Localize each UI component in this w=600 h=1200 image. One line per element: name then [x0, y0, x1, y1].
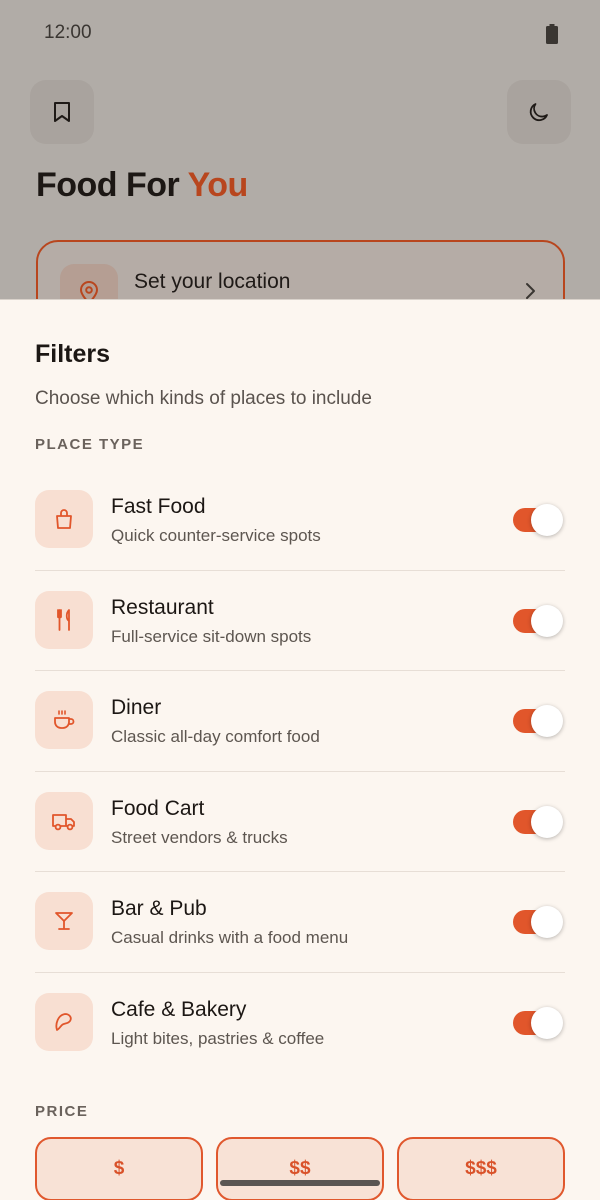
status-time: 12:00	[44, 22, 92, 43]
filter-desc: Quick counter-service spots	[111, 526, 321, 545]
restaurant-toggle[interactable]	[513, 604, 563, 637]
filter-name: Cafe & Bakery	[111, 997, 247, 1021]
truck-icon	[52, 813, 75, 831]
price-option-3[interactable]: $$$	[397, 1137, 565, 1200]
filter-row-food-cart[interactable]: Food Cart Street vendors & trucks	[35, 772, 565, 873]
filter-name: Food Cart	[111, 796, 205, 820]
filter-desc: Street vendors & trucks	[111, 827, 288, 847]
cocktail-glass-icon	[55, 912, 73, 931]
toggle-knob	[531, 504, 563, 536]
filter-icon-wrap	[35, 590, 93, 649]
croissant-icon	[55, 1013, 72, 1031]
bookmark-icon	[54, 102, 70, 122]
filters-sheet: Filters Choose which kinds of places to …	[0, 299, 600, 1200]
filter-icon-wrap	[35, 691, 93, 750]
place-type-label: PLACE TYPE	[35, 436, 145, 453]
filter-icon-wrap	[35, 992, 93, 1051]
app-title-accent: You	[187, 166, 249, 204]
price-label: PRICE	[35, 1103, 89, 1120]
moon-icon	[529, 103, 548, 122]
filter-desc: Full-service sit-down spots	[111, 626, 312, 646]
app-title: Food For You	[36, 166, 248, 205]
filter-name: Fast Food	[111, 495, 206, 518]
filter-desc: Light bites, pastries & coffee	[111, 1028, 325, 1048]
filter-row-diner[interactable]: Diner Classic all-day comfort food	[35, 671, 565, 772]
place-type-list: Fast Food Quick counter-service spots Re…	[35, 470, 565, 1074]
toggle-knob	[531, 604, 563, 637]
fast-food-toggle[interactable]	[513, 504, 563, 536]
app-title-main: Food For	[36, 166, 188, 204]
bookmark-button[interactable]	[30, 80, 94, 144]
price-option-2[interactable]: $$	[216, 1137, 384, 1200]
filter-row-bar-pub[interactable]: Bar & Pub Casual drinks with a food menu	[35, 872, 565, 973]
cafe-bakery-toggle[interactable]	[513, 1006, 563, 1039]
filter-icon-wrap	[35, 490, 93, 548]
toggle-knob	[531, 1006, 563, 1039]
coffee-cup-icon	[54, 710, 75, 730]
food-cart-toggle[interactable]	[513, 805, 563, 838]
sheet-title: Filters	[35, 340, 111, 368]
diner-toggle[interactable]	[513, 705, 563, 738]
dark-mode-button[interactable]	[507, 80, 571, 144]
filter-name: Restaurant	[111, 595, 214, 619]
filter-name: Bar & Pub	[111, 897, 207, 921]
toggle-knob	[531, 705, 563, 738]
filter-name: Diner	[111, 696, 162, 720]
filter-desc: Classic all-day comfort food	[111, 727, 320, 747]
battery-icon	[546, 24, 558, 44]
status-bar: 12:00	[0, 0, 600, 70]
toggle-knob	[531, 805, 563, 838]
price-option-1[interactable]: $	[35, 1137, 203, 1200]
fork-knife-icon	[57, 608, 70, 631]
shopping-bag-icon	[56, 509, 72, 529]
sheet-subtitle: Choose which kinds of places to include	[35, 388, 372, 409]
chevron-right-icon	[526, 283, 535, 299]
filter-row-fast-food[interactable]: Fast Food Quick counter-service spots	[35, 470, 565, 571]
bar-pub-toggle[interactable]	[513, 906, 563, 939]
filter-icon-wrap	[35, 892, 93, 951]
toggle-knob	[531, 906, 563, 939]
home-indicator[interactable]	[220, 1180, 380, 1186]
filter-row-restaurant[interactable]: Restaurant Full-service sit-down spots	[35, 571, 565, 672]
filter-icon-wrap	[35, 791, 93, 850]
filter-row-cafe-bakery[interactable]: Cafe & Bakery Light bites, pastries & co…	[35, 973, 565, 1074]
price-options: $ $$ $$$	[35, 1137, 565, 1200]
location-label: Set your location	[134, 270, 291, 293]
filter-desc: Casual drinks with a food menu	[111, 928, 349, 948]
